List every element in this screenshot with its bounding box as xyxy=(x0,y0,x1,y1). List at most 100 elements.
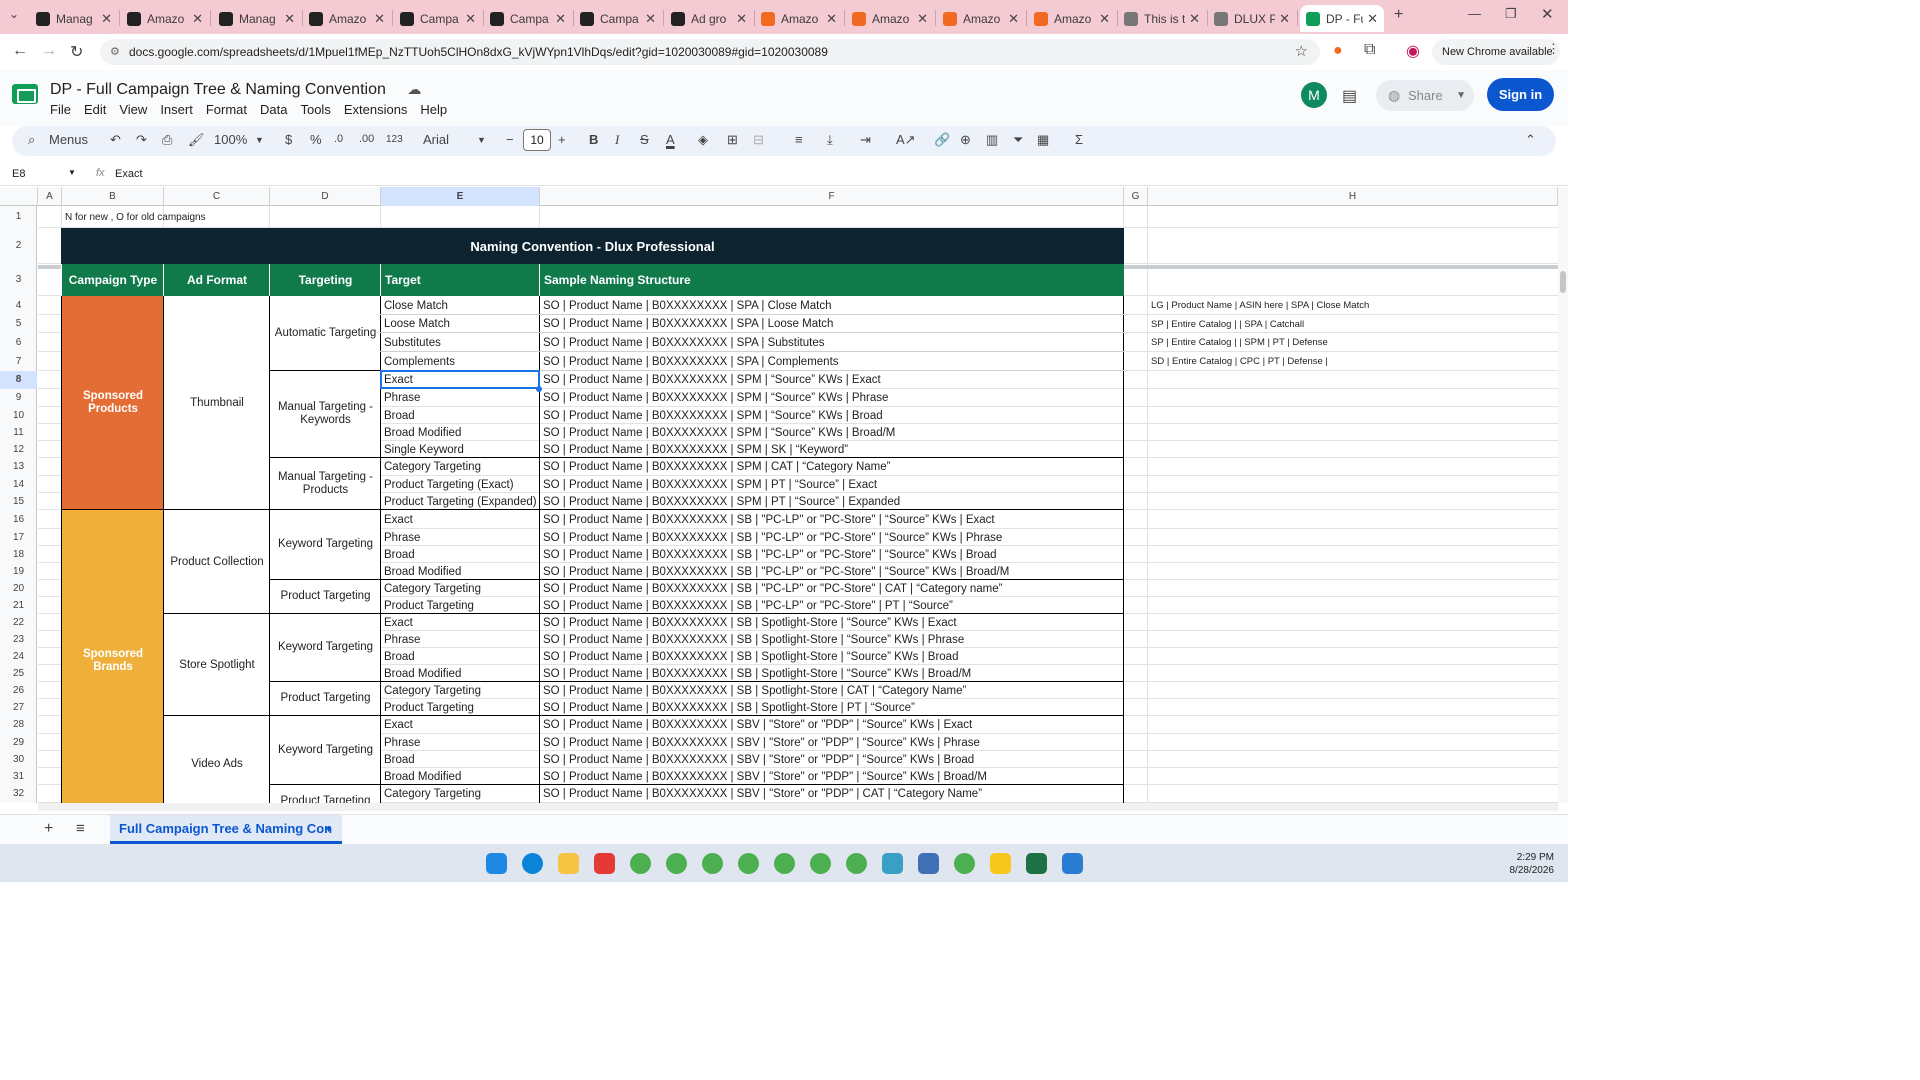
naming-structure-cell[interactable]: SO | Product Name | B0XXXXXXXX | SBV | "… xyxy=(540,785,1123,803)
target-cell[interactable]: Exact xyxy=(381,510,539,529)
name-box[interactable]: E8 xyxy=(12,168,25,180)
naming-structure-cell[interactable]: SO | Product Name | B0XXXXXXXX | SBV | "… xyxy=(540,751,1123,768)
browser-tab[interactable]: Amazo ✕ xyxy=(303,5,391,32)
naming-structure-cell[interactable]: SO | Product Name | B0XXXXXXXX | SB | "P… xyxy=(540,563,1123,580)
menu-help[interactable]: Help xyxy=(420,102,447,117)
name-box-dropdown-icon[interactable]: ▼ xyxy=(68,168,76,177)
browser-tab[interactable]: Campa ✕ xyxy=(574,5,662,32)
vertical-scrollbar[interactable] xyxy=(1558,187,1568,803)
side-note-cell[interactable]: SD | Entire Catalog | CPC | PT | Defense… xyxy=(1148,352,1328,371)
column-header[interactable]: F xyxy=(540,187,1124,206)
naming-structure-cell[interactable]: SO | Product Name | B0XXXXXXXX | SPM | “… xyxy=(540,424,1123,441)
font-dropdown-icon[interactable]: ▼ xyxy=(477,135,486,145)
menu-insert[interactable]: Insert xyxy=(160,102,193,117)
new-tab-icon[interactable]: + xyxy=(1394,6,1403,24)
close-tab-icon[interactable]: ✕ xyxy=(1008,11,1019,27)
horizontal-align-icon[interactable]: ≡ xyxy=(795,132,803,147)
row-header[interactable]: 5 xyxy=(0,315,37,333)
column-header[interactable]: D xyxy=(270,187,381,206)
excel-icon[interactable] xyxy=(1026,853,1047,874)
chrome-icon[interactable] xyxy=(630,853,651,874)
row-header[interactable]: 1 xyxy=(0,206,37,228)
row-header[interactable]: 16 xyxy=(0,510,37,529)
target-cell[interactable]: Phrase xyxy=(381,529,539,546)
naming-structure-cell[interactable]: SO | Product Name | B0XXXXXXXX | SBV | "… xyxy=(540,768,1123,785)
side-note-cell[interactable]: SP | Entire Catalog | | SPA | Catchall xyxy=(1148,315,1304,333)
sheet-grid[interactable]: N for new , O for old campaigns Naming Co… xyxy=(38,206,1558,803)
back-icon[interactable]: ← xyxy=(12,42,28,60)
target-cell[interactable]: Product Targeting (Expanded) xyxy=(381,493,539,510)
naming-structure-cell[interactable]: SO | Product Name | B0XXXXXXXX | SB | "P… xyxy=(540,580,1123,597)
sheets-logo-icon[interactable] xyxy=(12,84,38,104)
row-header[interactable]: 12 xyxy=(0,441,37,458)
target-cell[interactable]: Complements xyxy=(381,352,539,371)
target-cell[interactable]: Exact xyxy=(381,716,539,734)
column-header[interactable]: E xyxy=(381,187,540,206)
browser-tab[interactable]: DP - Fu ✕ xyxy=(1300,5,1384,32)
fill-handle[interactable] xyxy=(536,386,542,392)
browser-tab[interactable]: Ad gro ✕ xyxy=(665,5,753,32)
row-header[interactable]: 14 xyxy=(0,476,37,493)
naming-structure-cell[interactable]: SO | Product Name | B0XXXXXXXX | SB | "P… xyxy=(540,529,1123,546)
browser-tab[interactable]: Manag ✕ xyxy=(30,5,118,32)
row-header[interactable]: 20 xyxy=(0,580,37,597)
row-header[interactable]: 10 xyxy=(0,407,37,424)
search-menus-label[interactable]: Menus xyxy=(49,132,88,147)
row-header[interactable]: 24 xyxy=(0,648,37,665)
avatar[interactable]: M xyxy=(1301,82,1327,108)
row-header[interactable]: 27 xyxy=(0,699,37,716)
insert-chart-icon[interactable]: ▥ xyxy=(986,132,998,148)
filter-views-icon[interactable]: ▦ xyxy=(1037,132,1049,148)
naming-structure-cell[interactable]: SO | Product Name | B0XXXXXXXX | SPA | L… xyxy=(540,315,1123,333)
side-note-cell[interactable]: LG | Product Name | ASIN here | SPA | Cl… xyxy=(1148,296,1369,315)
close-tab-icon[interactable]: ✕ xyxy=(101,11,112,27)
target-cell[interactable]: Single Keyword xyxy=(381,441,539,458)
row-header[interactable]: 4 xyxy=(0,296,37,315)
sign-in-button[interactable]: Sign in xyxy=(1487,78,1554,111)
target-cell[interactable]: Broad Modified xyxy=(381,665,539,682)
tab-search-icon[interactable]: ⌄ xyxy=(9,7,19,21)
chrome-icon[interactable] xyxy=(774,853,795,874)
extensions-puzzle-icon[interactable]: ⧉ xyxy=(1364,41,1375,59)
borders-icon[interactable]: ⊞ xyxy=(727,132,738,148)
naming-structure-cell[interactable]: SO | Product Name | B0XXXXXXXX | SB | Sp… xyxy=(540,699,1123,716)
browser-tab[interactable]: This is t ✕ xyxy=(1118,5,1206,32)
row-header[interactable]: 23 xyxy=(0,631,37,648)
row-header[interactable]: 28 xyxy=(0,716,37,734)
target-cell[interactable]: Exact xyxy=(381,614,539,631)
row-header[interactable]: 15 xyxy=(0,493,37,510)
menu-file[interactable]: File xyxy=(50,102,71,117)
close-tab-icon[interactable]: ✕ xyxy=(736,11,747,27)
chrome-icon[interactable] xyxy=(702,853,723,874)
chrome-menu-icon[interactable]: ⋮ xyxy=(1547,41,1560,57)
naming-structure-cell[interactable]: SO | Product Name | B0XXXXXXXX | SPA | C… xyxy=(540,352,1123,371)
target-cell[interactable]: Category Targeting xyxy=(381,580,539,597)
browser-tab[interactable]: Amazo ✕ xyxy=(1028,5,1116,32)
target-cell[interactable]: Broad xyxy=(381,546,539,563)
currency-format-button[interactable]: $ xyxy=(285,132,292,147)
chrome-icon[interactable] xyxy=(738,853,759,874)
zoom-select[interactable]: 100% xyxy=(214,132,247,147)
functions-icon[interactable]: Σ xyxy=(1075,132,1083,147)
browser-tab[interactable]: Amazo ✕ xyxy=(846,5,934,32)
document-title[interactable]: DP - Full Campaign Tree & Naming Convent… xyxy=(50,81,421,99)
forward-icon[interactable]: → xyxy=(41,42,57,60)
row-header[interactable]: 31 xyxy=(0,768,37,785)
browser-tab[interactable]: Amazo ✕ xyxy=(937,5,1025,32)
naming-structure-cell[interactable]: SO | Product Name | B0XXXXXXXX | SB | "P… xyxy=(540,510,1123,529)
comments-icon[interactable]: ▤ xyxy=(1342,86,1357,106)
number-format-button[interactable]: 123 xyxy=(386,134,403,145)
column-header[interactable]: A xyxy=(38,187,62,206)
all-sheets-icon[interactable]: ≡ xyxy=(76,820,85,837)
browser-tab[interactable]: Amazo ✕ xyxy=(755,5,843,32)
menu-view[interactable]: View xyxy=(119,102,147,117)
app-icon[interactable] xyxy=(882,853,903,874)
edge-icon[interactable] xyxy=(522,853,543,874)
filter-icon[interactable]: ⏷ xyxy=(1013,132,1023,148)
naming-structure-cell[interactable]: SO | Product Name | B0XXXXXXXX | SB | "P… xyxy=(540,597,1123,614)
search-menus-icon[interactable]: ⌕ xyxy=(28,132,35,148)
extension-icon[interactable]: ● xyxy=(1333,42,1343,60)
insert-link-icon[interactable]: 🔗 xyxy=(934,132,950,148)
naming-structure-cell[interactable]: SO | Product Name | B0XXXXXXXX | SPM | P… xyxy=(540,493,1123,510)
chrome-icon[interactable] xyxy=(846,853,867,874)
